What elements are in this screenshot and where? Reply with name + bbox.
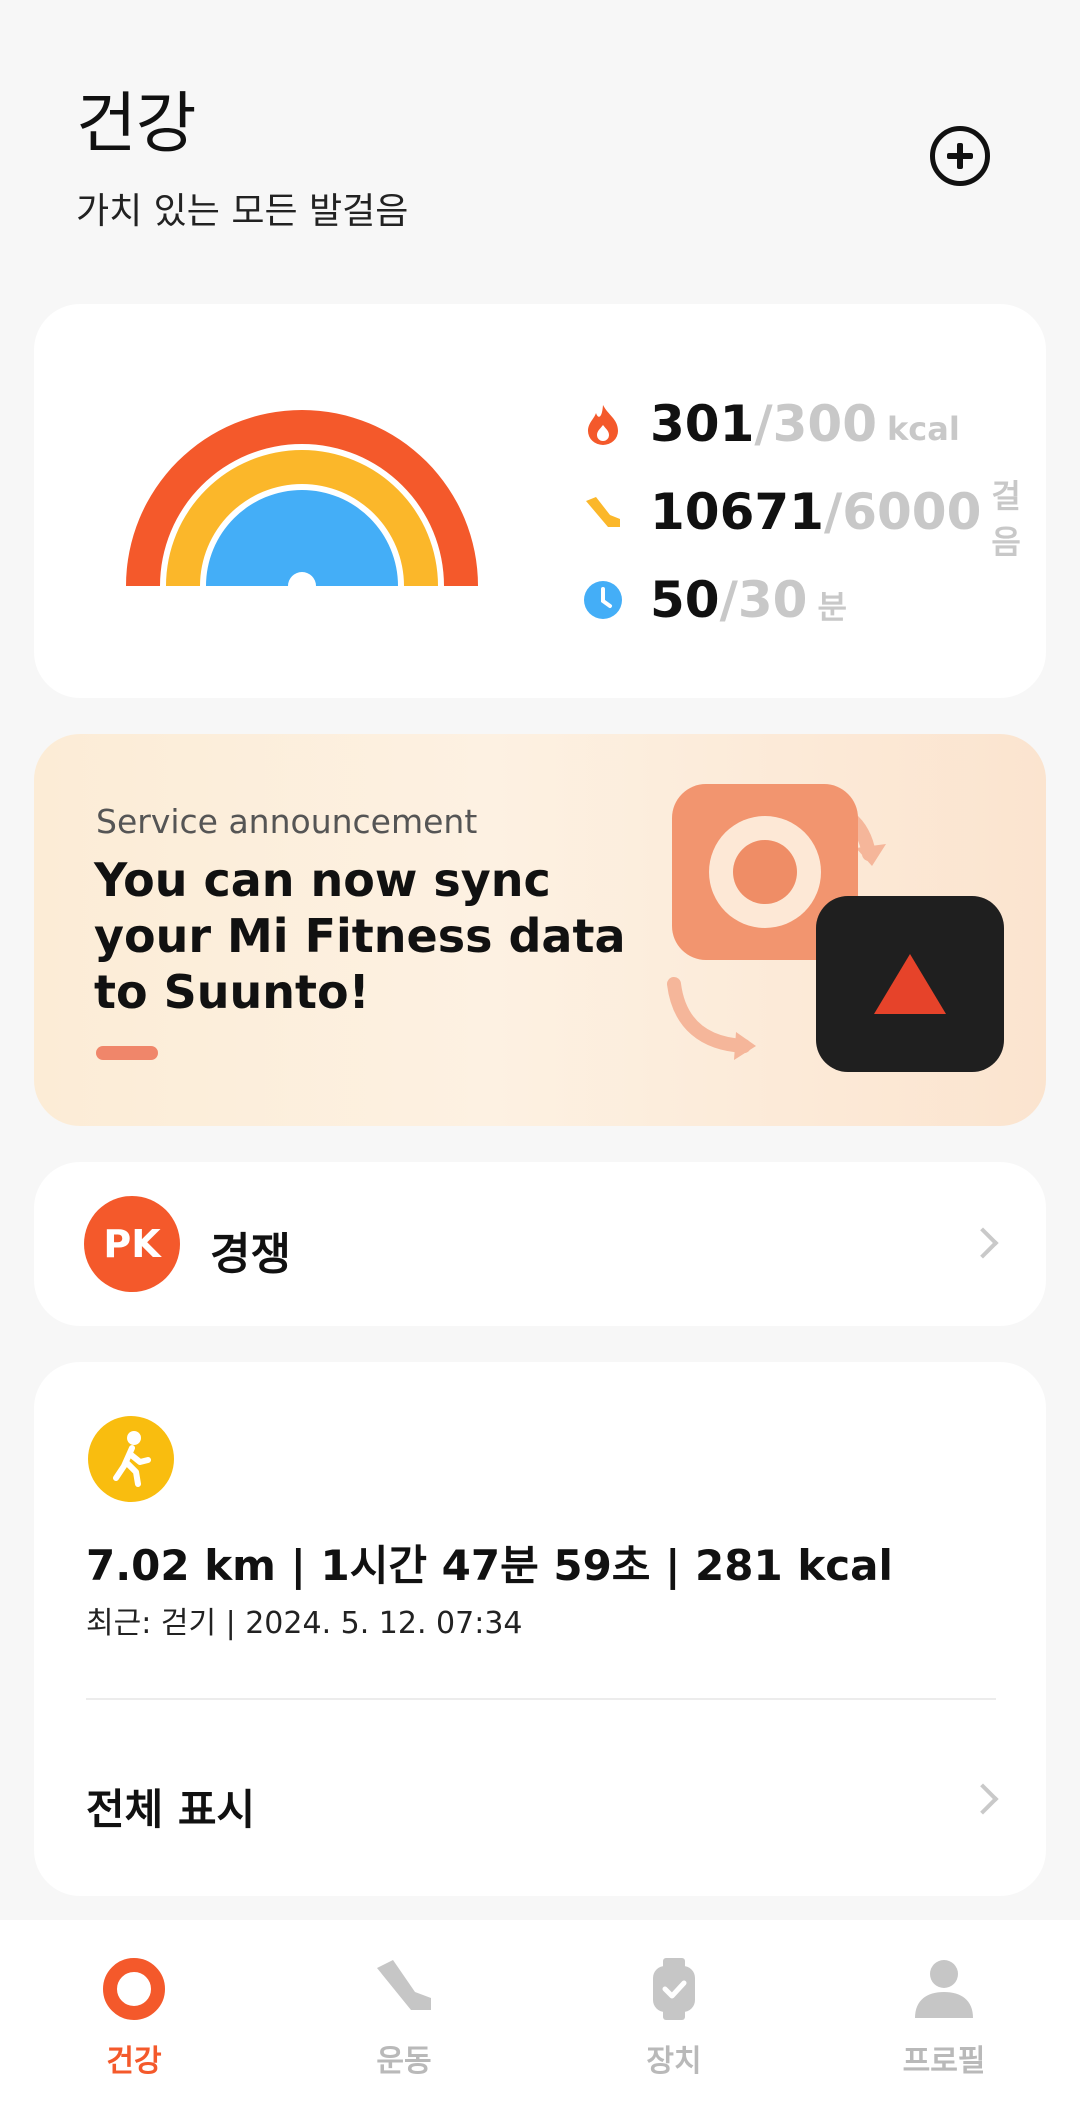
show-all-button[interactable]: 전체 표시 (86, 1776, 255, 1837)
tab-label: 장치 (646, 2044, 702, 2079)
shoe-icon (371, 1956, 437, 2022)
tab-label: 운동 (376, 2044, 432, 2079)
banner-kicker: Service announcement (96, 802, 478, 841)
activity-summary: 7.02 km | 1시간 47분 59초 | 281 kcal (86, 1541, 893, 1590)
page-title: 건강 (76, 85, 196, 162)
divider (86, 1698, 996, 1700)
steps-metric: 10671/6000 걸음 (582, 468, 1022, 561)
page-subtitle: 가치 있는 모든 발걸음 (76, 191, 409, 232)
activity-rings-card[interactable]: 301/300 kcal 10671/6000 걸음 50/30 분 (34, 304, 1046, 698)
duration-metric: 50/30 분 (582, 556, 1022, 644)
calories-separator: / (754, 395, 773, 453)
shoe-icon (582, 491, 624, 533)
steps-current: 10671 (650, 483, 824, 541)
steps-unit: 걸음 (991, 477, 1021, 561)
competition-label: 경쟁 (210, 1229, 291, 1280)
calories-metric: 301/300 kcal (582, 380, 1022, 468)
sync-illustration (667, 784, 1004, 1072)
activity-metrics: 301/300 kcal 10671/6000 걸음 50/30 분 (582, 380, 1022, 644)
duration-unit: 분 (817, 588, 847, 626)
duration-separator: / (719, 571, 738, 629)
clock-icon (582, 579, 624, 621)
duration-current: 50 (650, 571, 720, 629)
recent-activity-card[interactable]: 7.02 km | 1시간 47분 59초 | 281 kcal 최근: 걷기 … (34, 1362, 1046, 1896)
health-ring-icon (101, 1956, 167, 2022)
announcement-banner[interactable]: Service announcement You can now sync yo… (34, 734, 1046, 1126)
tab-profile[interactable]: 프로필 (864, 1956, 1024, 2096)
tab-health[interactable]: 건강 (54, 1956, 214, 2096)
chevron-right-icon (967, 1783, 999, 1815)
page-header: 건강 가치 있는 모든 발걸음 (76, 70, 1016, 232)
steps-separator: / (823, 483, 843, 541)
activity-recent: 최근: 걷기 | 2024. 5. 12. 07:34 (86, 1606, 523, 1641)
duration-goal: 30 (737, 571, 808, 629)
tab-label: 프로필 (902, 2044, 986, 2079)
banner-page-indicator (96, 1046, 158, 1060)
calories-unit: kcal (887, 410, 960, 448)
bottom-tab-bar: 건강 운동 장치 프로필 (0, 1920, 1080, 2107)
steps-goal: 6000 (842, 483, 982, 541)
person-icon (911, 1956, 977, 2022)
walking-icon (88, 1416, 174, 1502)
watch-icon (641, 1956, 707, 2022)
calories-current: 301 (650, 395, 755, 453)
pk-badge: PK (84, 1196, 180, 1292)
tab-label: 건강 (106, 2044, 162, 2079)
flame-icon (582, 403, 624, 445)
banner-headline: You can now sync your Mi Fitness data to… (94, 853, 626, 1019)
activity-rings-chart (126, 410, 478, 586)
tab-device[interactable]: 장치 (594, 1956, 754, 2096)
chevron-right-icon (967, 1227, 999, 1259)
plus-circle-icon[interactable] (930, 126, 990, 186)
calories-goal: 300 (772, 395, 878, 453)
competition-row[interactable]: PK 경쟁 (34, 1162, 1046, 1326)
tab-workout[interactable]: 운동 (324, 1956, 484, 2096)
